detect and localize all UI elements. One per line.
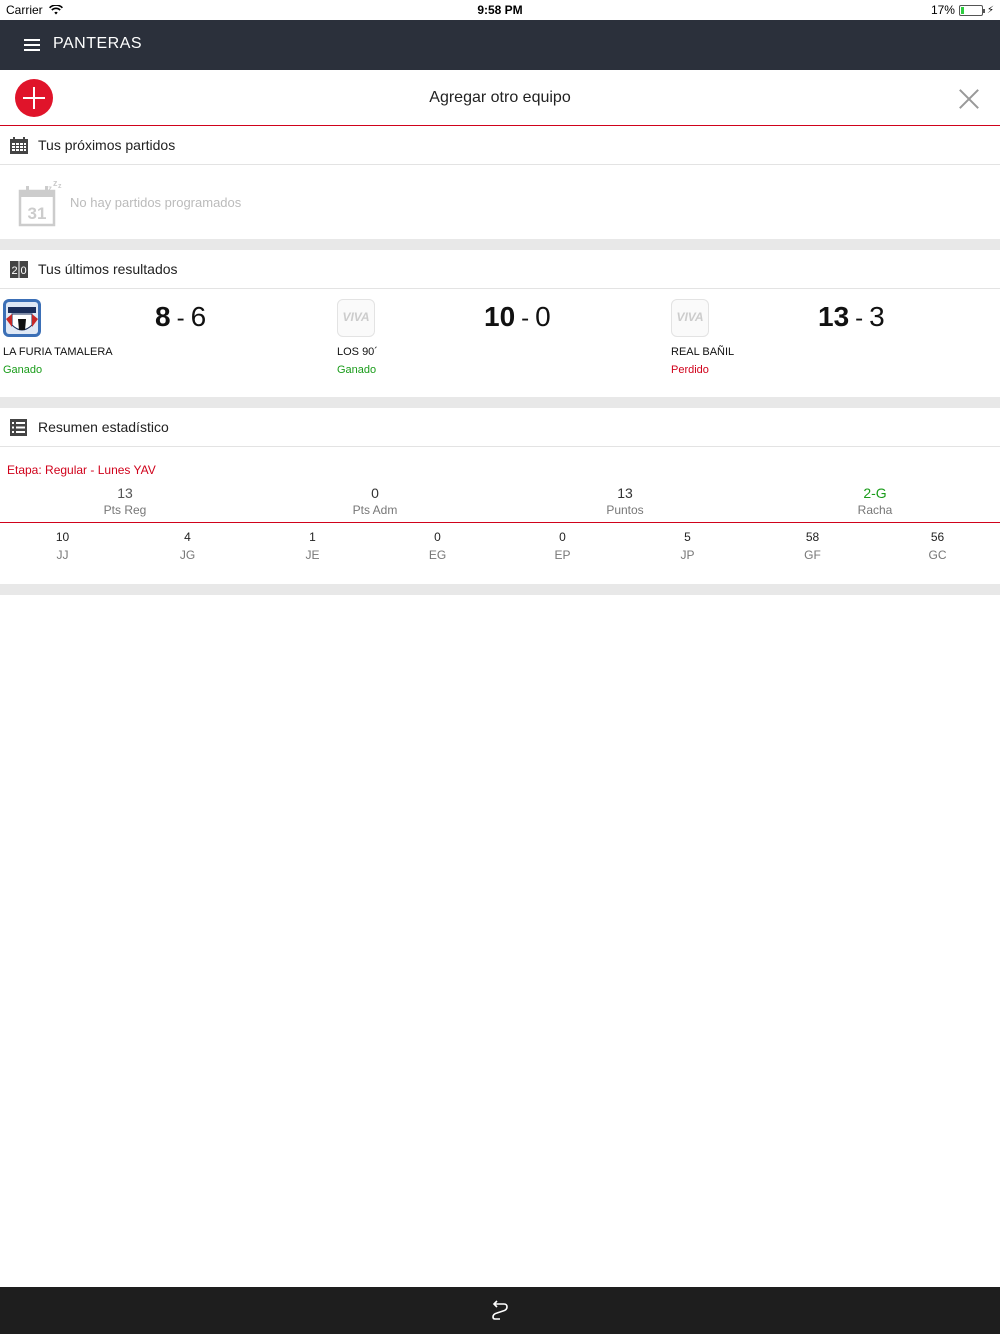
stat-pts-adm: 0 Pts Adm (352, 485, 398, 517)
match-outcome: Ganado (3, 364, 43, 376)
stat-gf: 58 GF (804, 530, 821, 562)
match-score: 10-0 (484, 301, 551, 332)
status-bar: Carrier 9:58 PM 17% ⚡ (0, 0, 1000, 20)
match-outcome: Ganado (337, 364, 377, 376)
stats-section-header: Resumen estadístico (0, 408, 1000, 447)
no-matches-message: No hay partidos programados (70, 195, 242, 210)
charging-icon: ⚡ (986, 4, 994, 16)
scoreboard-icon: 2 0 (10, 261, 28, 278)
stage-label: Etapa: Regular - Lunes YAV (7, 463, 156, 477)
svg-text:z: z (48, 184, 52, 193)
clock: 9:58 PM (477, 3, 523, 17)
stat-pts-reg: 13 Pts Reg (103, 485, 147, 517)
results-section-header: 2 0 Tus últimos resultados (0, 250, 1000, 289)
result-card[interactable]: VIVA 10-0 LOS 90´ Ganado (334, 289, 667, 397)
stat-eg: 0 EG (428, 530, 447, 562)
match-score: 8-6 (155, 301, 207, 332)
stat-jg: 4 JG (179, 530, 196, 562)
results-list: 8-6 LA FURIA TAMALERA Ganado VIVA 10-0 L… (0, 289, 1000, 397)
battery-status: 17% ⚡ (931, 3, 994, 17)
opponent-name: REAL BAÑIL (671, 346, 735, 358)
results-section-title: Tus últimos resultados (38, 261, 178, 277)
result-card[interactable]: VIVA 13-3 REAL BAÑIL Perdido (668, 289, 1000, 397)
close-icon[interactable] (958, 88, 980, 110)
list-icon (10, 419, 27, 436)
main-stats-row: 13 Pts Reg 0 Pts Adm 13 Puntos 2-G Racha (0, 483, 1000, 523)
team-logo (3, 299, 41, 337)
stats-summary: Etapa: Regular - Lunes YAV 13 Pts Reg 0 Pt… (0, 447, 1000, 584)
stat-racha: 2-G Racha (857, 485, 893, 517)
upcoming-empty-state: 31 z z z No hay partidos programados (0, 165, 1000, 239)
battery-icon (958, 4, 985, 16)
add-team-label: Agregar otro equipo (429, 89, 571, 106)
hamburger-menu-icon[interactable] (24, 39, 40, 51)
stats-section-title: Resumen estadístico (38, 419, 169, 435)
top-nav-bar: PANTERAS (0, 20, 1000, 70)
stat-je: 1 JE (305, 530, 320, 562)
result-card[interactable]: 8-6 LA FURIA TAMALERA Ganado (0, 289, 333, 397)
calendar-icon (10, 137, 28, 154)
svg-text:0: 0 (20, 265, 26, 277)
stat-jj: 10 JJ (55, 530, 70, 562)
team-logo: VIVA (671, 299, 709, 337)
match-outcome: Perdido (671, 364, 709, 376)
section-divider (0, 397, 1000, 408)
add-team-row[interactable]: Agregar otro equipo (0, 70, 1000, 126)
stat-ep: 0 EP (554, 530, 571, 562)
opponent-name: LA FURIA TAMALERA (3, 346, 113, 358)
sleeping-calendar-icon: 31 z z z (18, 179, 62, 227)
svg-text:z: z (58, 183, 62, 190)
upcoming-section-title: Tus próximos partidos (38, 137, 176, 153)
bottom-bar (0, 1287, 1000, 1334)
svg-text:2: 2 (11, 265, 17, 277)
battery-percent: 17% (930, 3, 955, 17)
stat-jp: 5 JP (680, 530, 695, 562)
back-arrow-icon[interactable] (488, 1298, 512, 1322)
opponent-name: LOS 90´ (337, 346, 378, 358)
section-divider (0, 584, 1000, 595)
team-logo: VIVA (337, 299, 375, 337)
team-title: PANTERAS (53, 35, 143, 52)
section-divider (0, 239, 1000, 250)
stat-gc: 56 GC (928, 530, 947, 562)
calendar-day: 31 (28, 204, 47, 223)
stat-puntos: 13 Puntos (606, 485, 644, 517)
match-score: 13-3 (818, 301, 885, 332)
upcoming-section-header: Tus próximos partidos (0, 126, 1000, 165)
